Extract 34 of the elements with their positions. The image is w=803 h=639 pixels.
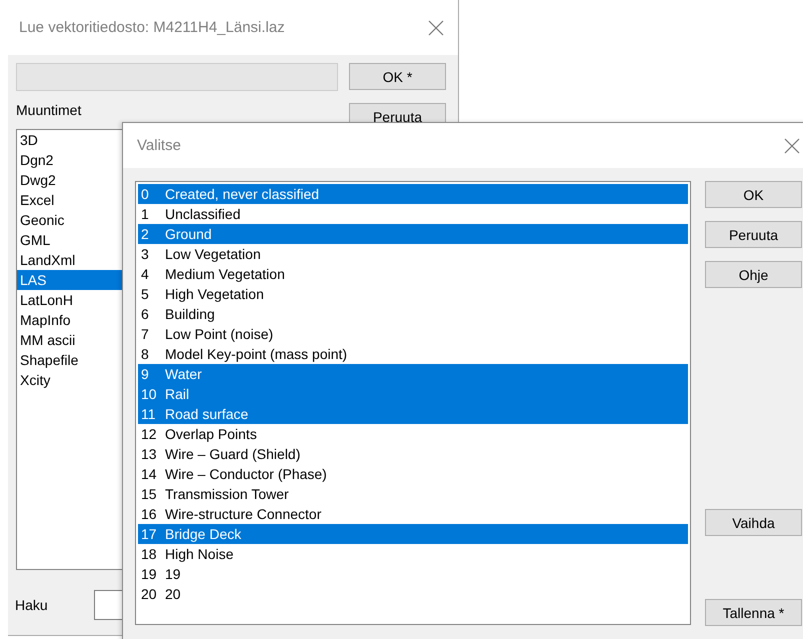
list-item[interactable]: 5 High Vegetation xyxy=(138,284,688,304)
list-item[interactable]: 12 Overlap Points xyxy=(138,424,688,444)
dialog-button[interactable]: OK * xyxy=(349,63,446,90)
list-item[interactable]: 17 Bridge Deck xyxy=(138,524,688,544)
list-item[interactable]: 11 Road surface xyxy=(138,404,688,424)
converters-label: Muuntimet xyxy=(16,102,82,118)
list-item[interactable]: 3 Low Vegetation xyxy=(138,244,688,264)
list-item[interactable]: 0 Created, never classified xyxy=(138,184,688,204)
list-item[interactable]: 1 Unclassified xyxy=(138,204,688,224)
dialog-button[interactable]: Vaihda xyxy=(705,509,802,536)
list-item[interactable]: 14 Wire – Conductor (Phase) xyxy=(138,464,688,484)
window-title: Lue vektoritiedosto: M4211H4_Länsi.laz xyxy=(19,19,285,36)
list-item[interactable]: 4 Medium Vegetation xyxy=(138,264,688,284)
dialog-button[interactable]: Ohje xyxy=(705,261,802,288)
search-label: Haku xyxy=(15,597,48,613)
list-item[interactable]: 2 Ground xyxy=(138,224,688,244)
list-item[interactable]: 7 Low Point (noise) xyxy=(138,324,688,344)
list-item[interactable]: 10 Rail xyxy=(138,384,688,404)
window-title: Valitse xyxy=(137,137,181,154)
list-item[interactable]: 20 20 xyxy=(138,584,688,604)
input-field[interactable] xyxy=(16,63,338,91)
list-item[interactable]: 9 Water xyxy=(138,364,688,384)
list-item[interactable]: 19 19 xyxy=(138,564,688,584)
close-icon[interactable] xyxy=(784,138,800,154)
dialog-button[interactable]: Tallenna * xyxy=(705,599,802,626)
list-item[interactable]: 15 Transmission Tower xyxy=(138,484,688,504)
list-item[interactable]: 13 Wire – Guard (Shield) xyxy=(138,444,688,464)
list-item[interactable]: 16 Wire-structure Connector xyxy=(138,504,688,524)
dialog-button[interactable]: Peruuta xyxy=(705,221,802,248)
close-icon[interactable] xyxy=(428,20,444,36)
list-item[interactable]: 18 High Noise xyxy=(138,544,688,564)
dialog-button[interactable]: OK xyxy=(705,181,802,208)
list-item[interactable]: 8 Model Key-point (mass point) xyxy=(138,344,688,364)
list-item[interactable]: 6 Building xyxy=(138,304,688,324)
